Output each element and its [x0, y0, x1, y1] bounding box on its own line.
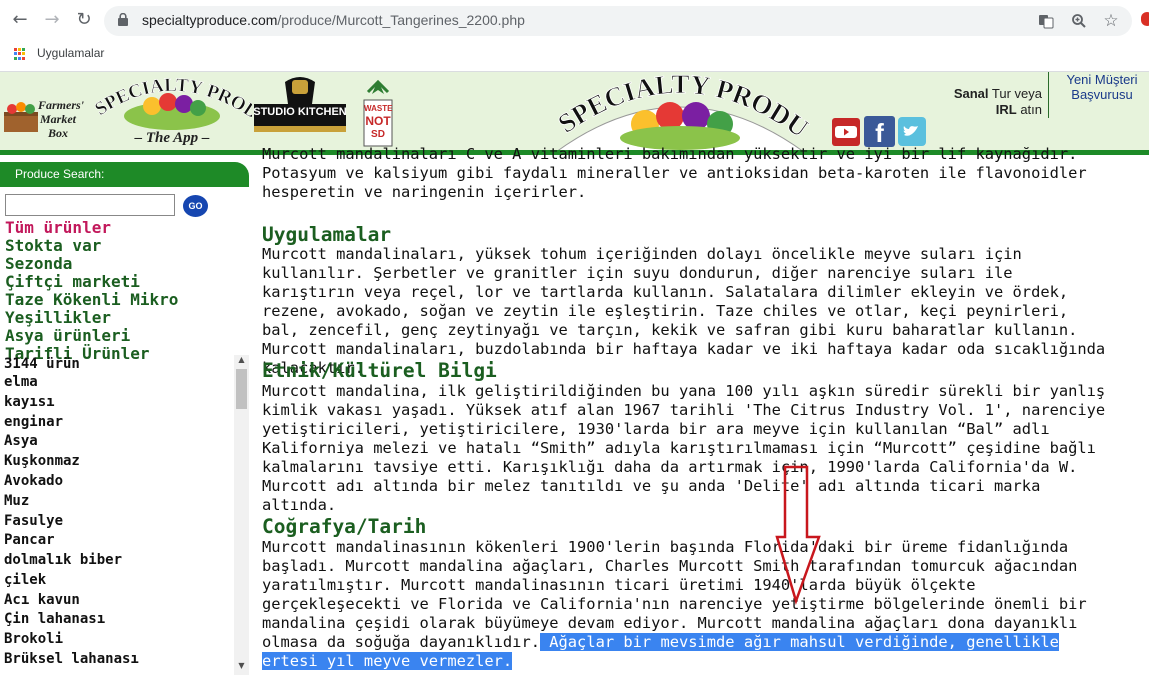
product-item[interactable]: çilek — [4, 572, 46, 588]
produce-search-input[interactable] — [5, 194, 175, 216]
irl-text: atın — [1016, 102, 1042, 117]
irl-bold: IRL — [995, 102, 1017, 117]
lock-icon — [118, 13, 128, 26]
translate-icon[interactable] — [1036, 11, 1056, 31]
virtual-tour-link[interactable]: Sanal Tur veya IRL atın — [920, 86, 1042, 118]
apps-bookmark-label[interactable]: Uygulamalar — [37, 46, 104, 60]
sanal-text: Tur veya — [988, 86, 1042, 101]
geography-history-heading: Coğrafya/Tarih — [262, 515, 427, 538]
red-arrow-annotation — [775, 465, 821, 605]
product-item[interactable]: Brokoli — [4, 631, 63, 647]
product-item[interactable]: Çin lahanası — [4, 611, 105, 627]
url-domain: specialtyproduce.com — [142, 12, 278, 28]
applications-heading: Uygulamalar — [262, 223, 392, 246]
farmers-line-3: Box — [48, 126, 69, 140]
waste-not-sd-logo[interactable]: WASTE NOT SD — [358, 78, 398, 148]
scroll-up-arrow-icon[interactable]: ▲ — [237, 355, 246, 364]
star-icon[interactable]: ☆ — [1101, 11, 1121, 31]
header-divider — [1048, 72, 1049, 118]
sanal-bold: Sanal — [953, 86, 989, 101]
site-header: Farmers' Market Box SPECIALTY PRODUCE – … — [0, 48, 1149, 153]
facebook-icon[interactable]: f — [864, 116, 895, 148]
profile-icon[interactable] — [1141, 12, 1149, 26]
studio-kitchen-logo[interactable]: STUDIO KITCHEN — [252, 74, 348, 146]
ethnic-cultural-heading: Etnik/Kültürel Bilgi — [262, 359, 497, 382]
product-item[interactable]: Acı kavun — [4, 592, 80, 608]
bookmarks-bar: Uygulamalar — [0, 40, 1149, 72]
specialty-produce-main-logo[interactable]: SPECIALTY PRODUCE — [540, 48, 814, 153]
product-item[interactable]: Brüksel lahanası — [4, 651, 139, 667]
zoom-icon[interactable] — [1069, 11, 1089, 31]
category-greens[interactable]: Yeşillikler — [5, 309, 111, 327]
nutrition-paragraph: Murcott mandalinaları C ve A vitaminleri… — [262, 147, 1087, 201]
browser-toolbar: ← → ↻ specialtyproduce.com/produce/Murco… — [0, 0, 1149, 40]
product-item[interactable]: Fasulye — [4, 513, 63, 529]
main-content: Murcott mandalinaları C ve A vitaminleri… — [262, 147, 1132, 675]
studio-kitchen-text: STUDIO KITCHEN — [253, 106, 347, 118]
address-bar[interactable]: specialtyproduce.com/produce/Murcott_Tan… — [104, 6, 1132, 36]
product-item[interactable]: dolmalık biber — [4, 552, 122, 568]
product-item[interactable]: enginar — [4, 414, 63, 430]
category-micro-greens[interactable]: Taze Kökenli Mikro — [5, 291, 178, 309]
market-box-icon[interactable] — [2, 98, 40, 136]
scroll-thumb[interactable] — [236, 369, 247, 409]
url-path: /produce/Murcott_Tangerines_2200.php — [277, 12, 525, 28]
produce-search-label: Produce Search: — [15, 167, 105, 181]
product-list-scrollbar[interactable]: ▲ ▼ — [234, 355, 249, 675]
category-farmers-market[interactable]: Çiftçi marketi — [5, 273, 140, 291]
category-all-products[interactable]: Tüm ürünler — [5, 219, 111, 237]
farmers-market-box-label[interactable]: Farmers' Market Box — [38, 98, 84, 140]
category-in-season[interactable]: Sezonda — [5, 255, 72, 273]
apps-grid-icon[interactable] — [14, 48, 26, 60]
back-icon[interactable]: ← — [8, 8, 32, 32]
waste-not-text: WASTE NOT SD — [364, 102, 392, 141]
product-item[interactable]: Avokado — [4, 473, 63, 489]
twitter-icon[interactable] — [898, 117, 926, 146]
geography-history-paragraph: Murcott mandalinasının kökenleri 1900'le… — [262, 538, 1114, 671]
product-item[interactable]: Asya — [4, 433, 38, 449]
ethnic-cultural-paragraph: Murcott mandalina, ilk geliştirildiğinde… — [262, 382, 1106, 514]
waste-line-2: NOT — [365, 114, 391, 128]
product-count: 3144 ürün — [4, 356, 80, 372]
reload-icon[interactable]: ↻ — [72, 8, 96, 32]
app-logo-subtitle: – The App – — [134, 130, 210, 146]
waste-line-3: SD — [371, 129, 385, 140]
specialty-produce-app-logo[interactable]: SPECIALTY PRODUCE – The App – — [85, 56, 263, 150]
youtube-icon[interactable] — [832, 118, 860, 146]
url-text[interactable]: specialtyproduce.com/produce/Murcott_Tan… — [142, 12, 525, 28]
product-list[interactable]: 3144 ürün elma kayısı enginar Asya Kuşko… — [0, 355, 234, 675]
product-item[interactable]: elma — [4, 374, 38, 390]
produce-search-tab: Produce Search: — [0, 162, 249, 187]
product-item[interactable]: Muz — [4, 493, 29, 509]
category-asian-products[interactable]: Asya ürünleri — [5, 327, 130, 345]
product-item[interactable]: Kuşkonmaz — [4, 453, 80, 469]
forward-icon[interactable]: → — [40, 8, 64, 32]
farmers-line-1: Farmers' — [38, 98, 85, 112]
farmers-line-2: Market — [40, 112, 76, 126]
new-customer-link[interactable]: Yeni Müşteri Başvurusu — [1060, 72, 1144, 102]
sidebar: Produce Search: GO Tüm ürünler Stokta va… — [0, 155, 249, 675]
go-button[interactable]: GO — [183, 195, 208, 217]
product-item[interactable]: kayısı — [4, 394, 55, 410]
product-item[interactable]: Pancar — [4, 532, 55, 548]
scroll-down-arrow-icon[interactable]: ▼ — [237, 661, 246, 670]
category-in-stock[interactable]: Stokta var — [5, 237, 101, 255]
